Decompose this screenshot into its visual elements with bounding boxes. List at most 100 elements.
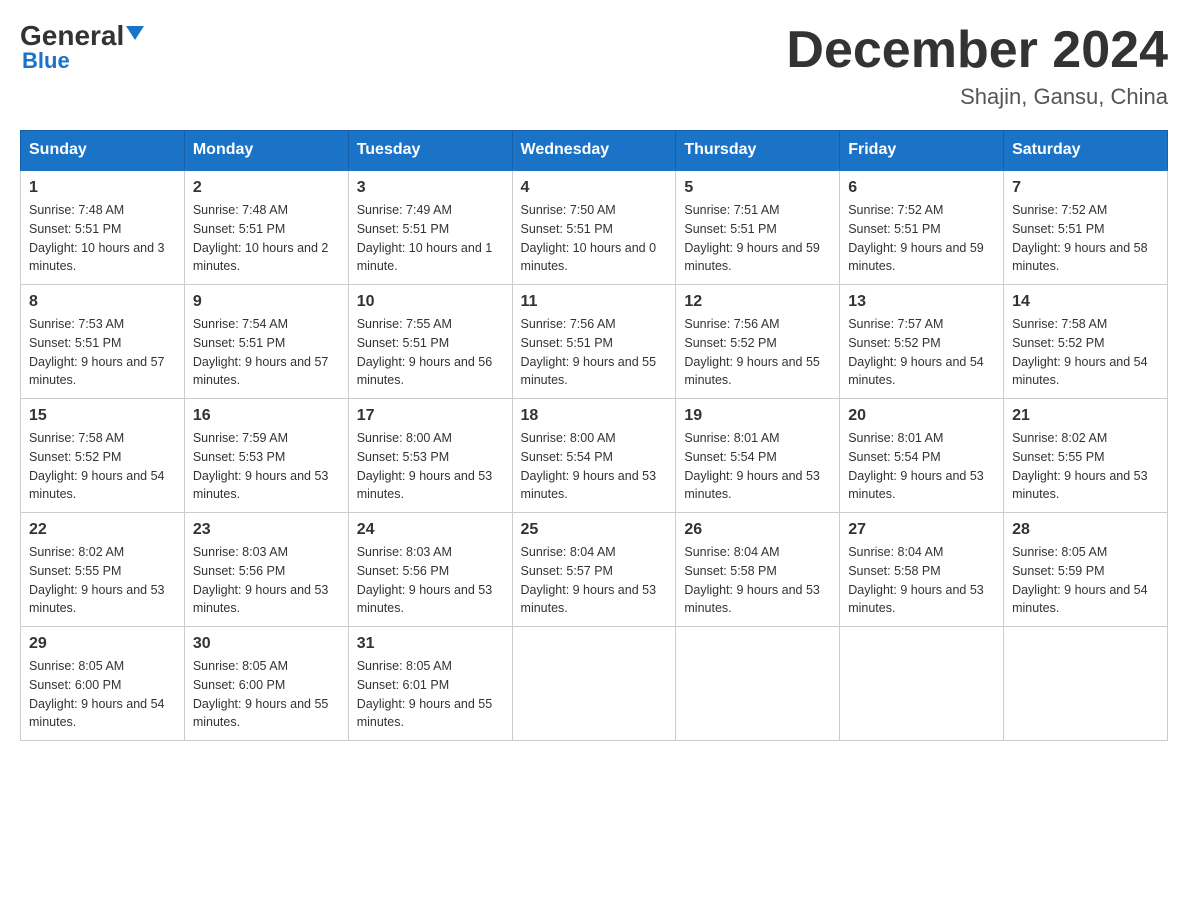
table-row: 12 Sunrise: 7:56 AM Sunset: 5:52 PM Dayl… bbox=[676, 285, 840, 399]
table-row: 17 Sunrise: 8:00 AM Sunset: 5:53 PM Dayl… bbox=[348, 399, 512, 513]
day-info: Sunrise: 8:00 AM Sunset: 5:53 PM Dayligh… bbox=[357, 429, 504, 504]
day-number: 23 bbox=[193, 521, 340, 539]
month-title: December 2024 bbox=[786, 20, 1168, 80]
table-row: 19 Sunrise: 8:01 AM Sunset: 5:54 PM Dayl… bbox=[676, 399, 840, 513]
day-info: Sunrise: 7:55 AM Sunset: 5:51 PM Dayligh… bbox=[357, 315, 504, 390]
day-info: Sunrise: 8:02 AM Sunset: 5:55 PM Dayligh… bbox=[29, 543, 176, 618]
table-row: 14 Sunrise: 7:58 AM Sunset: 5:52 PM Dayl… bbox=[1004, 285, 1168, 399]
col-friday: Friday bbox=[840, 131, 1004, 171]
table-row: 28 Sunrise: 8:05 AM Sunset: 5:59 PM Dayl… bbox=[1004, 513, 1168, 627]
table-row bbox=[676, 627, 840, 741]
day-number: 15 bbox=[29, 407, 176, 425]
table-row: 20 Sunrise: 8:01 AM Sunset: 5:54 PM Dayl… bbox=[840, 399, 1004, 513]
day-info: Sunrise: 8:00 AM Sunset: 5:54 PM Dayligh… bbox=[521, 429, 668, 504]
day-number: 16 bbox=[193, 407, 340, 425]
day-info: Sunrise: 7:53 AM Sunset: 5:51 PM Dayligh… bbox=[29, 315, 176, 390]
day-info: Sunrise: 8:04 AM Sunset: 5:58 PM Dayligh… bbox=[848, 543, 995, 618]
day-number: 30 bbox=[193, 635, 340, 653]
table-row: 7 Sunrise: 7:52 AM Sunset: 5:51 PM Dayli… bbox=[1004, 170, 1168, 285]
day-info: Sunrise: 7:59 AM Sunset: 5:53 PM Dayligh… bbox=[193, 429, 340, 504]
table-row bbox=[840, 627, 1004, 741]
calendar-week-row: 8 Sunrise: 7:53 AM Sunset: 5:51 PM Dayli… bbox=[21, 285, 1168, 399]
day-info: Sunrise: 7:50 AM Sunset: 5:51 PM Dayligh… bbox=[521, 201, 668, 276]
day-number: 24 bbox=[357, 521, 504, 539]
day-number: 27 bbox=[848, 521, 995, 539]
day-info: Sunrise: 8:05 AM Sunset: 6:00 PM Dayligh… bbox=[29, 657, 176, 732]
day-number: 12 bbox=[684, 293, 831, 311]
day-info: Sunrise: 8:05 AM Sunset: 6:00 PM Dayligh… bbox=[193, 657, 340, 732]
day-number: 7 bbox=[1012, 179, 1159, 197]
table-row bbox=[1004, 627, 1168, 741]
table-row: 22 Sunrise: 8:02 AM Sunset: 5:55 PM Dayl… bbox=[21, 513, 185, 627]
day-info: Sunrise: 8:04 AM Sunset: 5:57 PM Dayligh… bbox=[521, 543, 668, 618]
day-info: Sunrise: 8:03 AM Sunset: 5:56 PM Dayligh… bbox=[357, 543, 504, 618]
calendar-week-row: 22 Sunrise: 8:02 AM Sunset: 5:55 PM Dayl… bbox=[21, 513, 1168, 627]
day-number: 13 bbox=[848, 293, 995, 311]
day-info: Sunrise: 7:52 AM Sunset: 5:51 PM Dayligh… bbox=[848, 201, 995, 276]
table-row: 5 Sunrise: 7:51 AM Sunset: 5:51 PM Dayli… bbox=[676, 170, 840, 285]
table-row: 6 Sunrise: 7:52 AM Sunset: 5:51 PM Dayli… bbox=[840, 170, 1004, 285]
table-row: 3 Sunrise: 7:49 AM Sunset: 5:51 PM Dayli… bbox=[348, 170, 512, 285]
col-saturday: Saturday bbox=[1004, 131, 1168, 171]
day-info: Sunrise: 8:03 AM Sunset: 5:56 PM Dayligh… bbox=[193, 543, 340, 618]
day-number: 9 bbox=[193, 293, 340, 311]
table-row: 16 Sunrise: 7:59 AM Sunset: 5:53 PM Dayl… bbox=[184, 399, 348, 513]
day-number: 18 bbox=[521, 407, 668, 425]
day-number: 29 bbox=[29, 635, 176, 653]
calendar-week-row: 29 Sunrise: 8:05 AM Sunset: 6:00 PM Dayl… bbox=[21, 627, 1168, 741]
day-number: 21 bbox=[1012, 407, 1159, 425]
col-wednesday: Wednesday bbox=[512, 131, 676, 171]
day-number: 4 bbox=[521, 179, 668, 197]
calendar-week-row: 1 Sunrise: 7:48 AM Sunset: 5:51 PM Dayli… bbox=[21, 170, 1168, 285]
table-row: 23 Sunrise: 8:03 AM Sunset: 5:56 PM Dayl… bbox=[184, 513, 348, 627]
day-info: Sunrise: 7:52 AM Sunset: 5:51 PM Dayligh… bbox=[1012, 201, 1159, 276]
day-number: 31 bbox=[357, 635, 504, 653]
day-number: 3 bbox=[357, 179, 504, 197]
day-number: 8 bbox=[29, 293, 176, 311]
table-row: 10 Sunrise: 7:55 AM Sunset: 5:51 PM Dayl… bbox=[348, 285, 512, 399]
table-row: 4 Sunrise: 7:50 AM Sunset: 5:51 PM Dayli… bbox=[512, 170, 676, 285]
calendar-table: Sunday Monday Tuesday Wednesday Thursday… bbox=[20, 130, 1168, 741]
table-row: 30 Sunrise: 8:05 AM Sunset: 6:00 PM Dayl… bbox=[184, 627, 348, 741]
table-row: 29 Sunrise: 8:05 AM Sunset: 6:00 PM Dayl… bbox=[21, 627, 185, 741]
table-row bbox=[512, 627, 676, 741]
day-info: Sunrise: 7:48 AM Sunset: 5:51 PM Dayligh… bbox=[193, 201, 340, 276]
day-info: Sunrise: 8:01 AM Sunset: 5:54 PM Dayligh… bbox=[848, 429, 995, 504]
table-row: 15 Sunrise: 7:58 AM Sunset: 5:52 PM Dayl… bbox=[21, 399, 185, 513]
header-row: Sunday Monday Tuesday Wednesday Thursday… bbox=[21, 131, 1168, 171]
table-row: 8 Sunrise: 7:53 AM Sunset: 5:51 PM Dayli… bbox=[21, 285, 185, 399]
table-row: 13 Sunrise: 7:57 AM Sunset: 5:52 PM Dayl… bbox=[840, 285, 1004, 399]
logo-blue: Blue bbox=[22, 48, 70, 74]
col-sunday: Sunday bbox=[21, 131, 185, 171]
col-tuesday: Tuesday bbox=[348, 131, 512, 171]
day-number: 11 bbox=[521, 293, 668, 311]
day-info: Sunrise: 8:05 AM Sunset: 5:59 PM Dayligh… bbox=[1012, 543, 1159, 618]
day-number: 19 bbox=[684, 407, 831, 425]
calendar-week-row: 15 Sunrise: 7:58 AM Sunset: 5:52 PM Dayl… bbox=[21, 399, 1168, 513]
table-row: 11 Sunrise: 7:56 AM Sunset: 5:51 PM Dayl… bbox=[512, 285, 676, 399]
day-number: 14 bbox=[1012, 293, 1159, 311]
day-number: 17 bbox=[357, 407, 504, 425]
table-row: 25 Sunrise: 8:04 AM Sunset: 5:57 PM Dayl… bbox=[512, 513, 676, 627]
day-info: Sunrise: 7:56 AM Sunset: 5:52 PM Dayligh… bbox=[684, 315, 831, 390]
table-row: 26 Sunrise: 8:04 AM Sunset: 5:58 PM Dayl… bbox=[676, 513, 840, 627]
location: Shajin, Gansu, China bbox=[786, 84, 1168, 110]
logo: General Blue bbox=[20, 20, 144, 74]
table-row: 9 Sunrise: 7:54 AM Sunset: 5:51 PM Dayli… bbox=[184, 285, 348, 399]
day-number: 20 bbox=[848, 407, 995, 425]
day-number: 2 bbox=[193, 179, 340, 197]
day-info: Sunrise: 7:57 AM Sunset: 5:52 PM Dayligh… bbox=[848, 315, 995, 390]
table-row: 24 Sunrise: 8:03 AM Sunset: 5:56 PM Dayl… bbox=[348, 513, 512, 627]
day-number: 28 bbox=[1012, 521, 1159, 539]
day-info: Sunrise: 7:48 AM Sunset: 5:51 PM Dayligh… bbox=[29, 201, 176, 276]
day-info: Sunrise: 8:05 AM Sunset: 6:01 PM Dayligh… bbox=[357, 657, 504, 732]
day-info: Sunrise: 8:01 AM Sunset: 5:54 PM Dayligh… bbox=[684, 429, 831, 504]
day-info: Sunrise: 7:54 AM Sunset: 5:51 PM Dayligh… bbox=[193, 315, 340, 390]
page-header: General Blue December 2024 Shajin, Gansu… bbox=[20, 20, 1168, 110]
day-number: 26 bbox=[684, 521, 831, 539]
day-info: Sunrise: 7:58 AM Sunset: 5:52 PM Dayligh… bbox=[1012, 315, 1159, 390]
day-number: 6 bbox=[848, 179, 995, 197]
col-monday: Monday bbox=[184, 131, 348, 171]
table-row: 21 Sunrise: 8:02 AM Sunset: 5:55 PM Dayl… bbox=[1004, 399, 1168, 513]
day-info: Sunrise: 7:49 AM Sunset: 5:51 PM Dayligh… bbox=[357, 201, 504, 276]
